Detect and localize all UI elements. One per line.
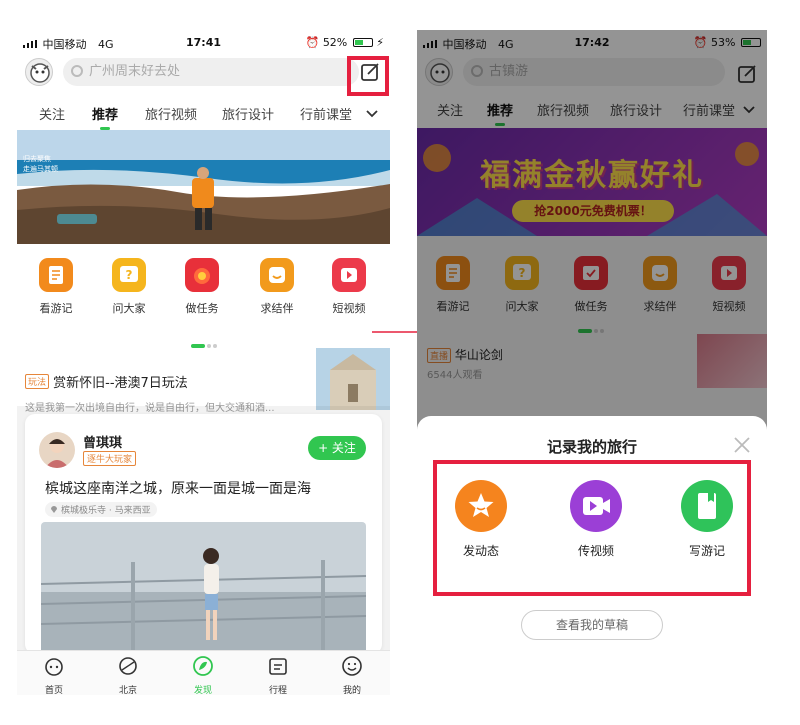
follow-button[interactable]: + 关注 [308, 436, 366, 460]
star-icon [455, 480, 507, 532]
feed-title: 赏新怀旧--港澳7日玩法 [53, 376, 188, 391]
category-tasks[interactable]: 做任务 [172, 258, 232, 316]
discover-icon [193, 656, 213, 676]
question-icon: ? [112, 258, 146, 292]
svg-text:?: ? [126, 268, 133, 282]
video-camera-icon [570, 480, 622, 532]
category-travel-notes[interactable]: 看游记 [26, 258, 86, 316]
status-bar: 中国移动 4G 17:41 ⏰ 52% ⚡ [17, 30, 390, 54]
task-icon [185, 258, 219, 292]
nav-discover[interactable]: 发现 [178, 655, 228, 695]
home-icon [45, 658, 63, 676]
tab-follow[interactable]: 关注 [39, 104, 65, 123]
tab-travel-design[interactable]: 旅行设计 [222, 104, 274, 123]
nav-itinerary[interactable]: 行程 [253, 655, 303, 695]
tab-pretrip-class[interactable]: 行前课堂 [300, 104, 352, 123]
nav-profile[interactable]: 我的 [327, 655, 377, 695]
search-placeholder: 广州周末好去处 [89, 64, 181, 79]
charging-icon: ⚡ [376, 36, 384, 49]
search-icon [71, 65, 83, 77]
city-icon [119, 657, 137, 675]
category-tabs: 关注 推荐 旅行视频 旅行设计 行前课堂 [17, 98, 390, 130]
nav-city[interactable]: 北京 [103, 655, 153, 695]
post-moment-button[interactable]: 发动态 [441, 480, 521, 559]
banner-caption-1: 归去聚焦 [23, 155, 51, 163]
right-screen: 中国移动 4G 17:42 ⏰ 53% 古镇游 关注 推荐 旅行视频 旅行设计 … [417, 30, 767, 650]
post-location[interactable]: 槟城极乐寺 · 马来西亚 [45, 502, 157, 517]
sheet-title: 记录我的旅行 [546, 438, 637, 456]
post-card[interactable]: 曾琪琪 逐牛大玩家 + 关注 槟城这座南洋之城，原来一面是城一面是海 槟城极乐寺… [25, 414, 382, 654]
alarm-icon: ⏰ [305, 36, 320, 49]
tab-recommend[interactable]: 推荐 [92, 104, 118, 130]
feed-thumbnail[interactable] [316, 348, 390, 410]
view-drafts-button[interactable]: 查看我的草稿 [521, 610, 663, 640]
category-short-video[interactable]: 短视频 [319, 258, 379, 316]
category-companion[interactable]: 求结伴 [247, 258, 307, 316]
chevron-down-icon[interactable] [360, 102, 384, 126]
profile-icon [342, 656, 362, 676]
author-name: 曾琪琪 [83, 436, 123, 451]
hero-banner[interactable]: 归去聚焦 走遍马其顿 [17, 130, 390, 244]
write-travelogue-button[interactable]: 写游记 [667, 480, 747, 559]
close-icon[interactable] [733, 436, 751, 454]
location-pin-icon [51, 506, 57, 513]
search-input[interactable]: 广州周末好去处 [63, 58, 359, 86]
notebook-icon [681, 480, 733, 532]
option-group: 发动态 传视频 写游记 [433, 460, 751, 596]
author-avatar[interactable] [39, 432, 75, 468]
battery-percent: 52% [322, 36, 348, 49]
left-screen: 中国移动 4G 17:41 ⏰ 52% ⚡ 广州周末好去处 关注 推荐 旅行视频… [17, 30, 390, 695]
notes-icon [39, 258, 73, 292]
category-grid: 看游记 ? 问大家 做任务 求结伴 短视频 [17, 258, 390, 318]
companion-icon [260, 258, 294, 292]
author-badge: 逐牛大玩家 [83, 451, 137, 466]
banner-caption-2: 走遍马其顿 [23, 165, 58, 173]
itinerary-icon [269, 658, 287, 675]
nav-home[interactable]: 首页 [29, 655, 79, 695]
video-icon [332, 258, 366, 292]
post-title: 槟城这座南洋之城，原来一面是城一面是海 [45, 481, 311, 497]
feed-tag: 玩法 [25, 374, 50, 389]
tab-travel-video[interactable]: 旅行视频 [145, 104, 197, 123]
upload-video-button[interactable]: 传视频 [556, 480, 636, 559]
bottom-nav: 首页 北京 发现 行程 我的 [17, 650, 390, 695]
battery-icon [352, 38, 373, 47]
category-ask[interactable]: ? 问大家 [99, 258, 159, 316]
mascot-avatar[interactable] [25, 58, 53, 86]
post-photo[interactable] [41, 522, 366, 654]
record-trip-sheet: 记录我的旅行 发动态 传视频 写游记 查看我的草稿 [417, 416, 767, 650]
highlight-compose [347, 56, 389, 96]
